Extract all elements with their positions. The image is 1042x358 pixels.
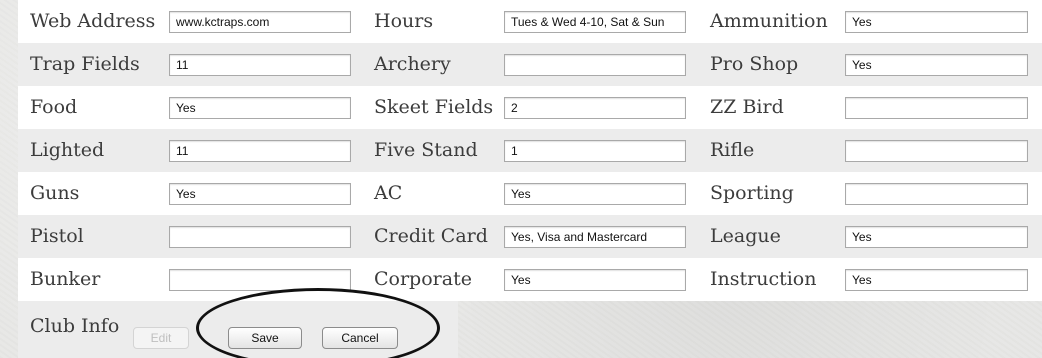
ac-field[interactable]: Yes	[504, 183, 686, 205]
sporting-field[interactable]	[845, 183, 1028, 205]
ammunition-label: Ammunition	[710, 10, 828, 32]
bunker-field[interactable]	[169, 269, 351, 291]
archery-label: Archery	[374, 53, 451, 75]
hours-label: Hours	[374, 10, 434, 32]
trap-fields-field[interactable]: 11	[169, 54, 351, 76]
instruction-label: Instruction	[710, 268, 817, 290]
ac-label: AC	[374, 182, 403, 204]
cancel-button[interactable]: Cancel	[322, 327, 398, 349]
edit-button[interactable]: Edit	[133, 327, 189, 349]
form-row-trap-fields: Trap Fields 11 Archery Pro Shop Yes	[18, 43, 1042, 86]
pistol-field[interactable]	[169, 226, 351, 248]
pro-shop-label: Pro Shop	[710, 53, 799, 75]
corporate-label: Corporate	[374, 268, 472, 290]
lighted-field[interactable]: 11	[169, 140, 351, 162]
food-label: Food	[30, 96, 78, 118]
five-stand-label: Five Stand	[374, 139, 478, 161]
zz-bird-field[interactable]	[845, 97, 1028, 119]
trap-fields-label: Trap Fields	[30, 53, 140, 75]
skeet-fields-field[interactable]: 2	[504, 97, 686, 119]
instruction-field[interactable]: Yes	[845, 269, 1028, 291]
form-row-pistol: Pistol Credit Card Yes, Visa and Masterc…	[18, 215, 1042, 258]
rifle-field[interactable]	[845, 140, 1028, 162]
form-row-web-address: Web Address www.kctraps.com Hours Tues &…	[18, 0, 1042, 43]
form-row-food: Food Yes Skeet Fields 2 ZZ Bird	[18, 86, 1042, 129]
sporting-label: Sporting	[710, 182, 794, 204]
hours-field[interactable]: Tues & Wed 4-10, Sat & Sun	[504, 11, 686, 33]
club-info-label: Club Info	[30, 315, 120, 337]
save-button[interactable]: Save	[228, 327, 302, 349]
guns-label: Guns	[30, 182, 80, 204]
ammunition-field[interactable]: Yes	[845, 11, 1028, 33]
five-stand-field[interactable]: 1	[504, 140, 686, 162]
skeet-fields-label: Skeet Fields	[374, 96, 494, 118]
pistol-label: Pistol	[30, 225, 84, 247]
archery-field[interactable]	[504, 54, 686, 76]
form-row-bunker: Bunker Corporate Yes Instruction Yes	[18, 258, 1042, 301]
pro-shop-field[interactable]: Yes	[845, 54, 1028, 76]
rifle-label: Rifle	[710, 139, 755, 161]
form-row-lighted: Lighted 11 Five Stand 1 Rifle	[18, 129, 1042, 172]
web-address-label: Web Address	[30, 10, 156, 32]
food-field[interactable]: Yes	[169, 97, 351, 119]
guns-field[interactable]: Yes	[169, 183, 351, 205]
bunker-label: Bunker	[30, 268, 101, 290]
league-label: League	[710, 225, 781, 247]
lighted-label: Lighted	[30, 139, 105, 161]
form-row-guns: Guns Yes AC Yes Sporting	[18, 172, 1042, 215]
league-field[interactable]: Yes	[845, 226, 1028, 248]
credit-card-label: Credit Card	[374, 225, 488, 247]
club-info-footer: Club Info Edit Save Cancel	[18, 301, 458, 358]
corporate-field[interactable]: Yes	[504, 269, 686, 291]
web-address-field[interactable]: www.kctraps.com	[169, 11, 351, 33]
credit-card-field[interactable]: Yes, Visa and Mastercard	[504, 226, 686, 248]
zz-bird-label: ZZ Bird	[710, 96, 784, 118]
